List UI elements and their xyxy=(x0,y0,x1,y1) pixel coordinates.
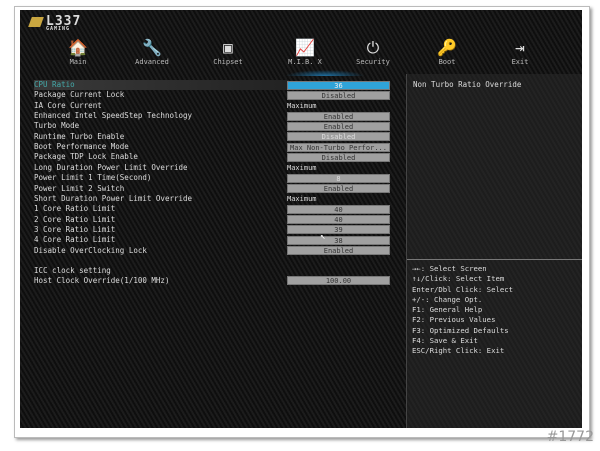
setting-label[interactable]: Power Limit 1 Time(Second) xyxy=(34,173,151,183)
setting-label[interactable]: 1 Core Ratio Limit xyxy=(34,204,115,214)
watermark: #1772 xyxy=(546,429,594,445)
key-hint: F1: General Help xyxy=(412,305,483,315)
tab-icon: ⇥ xyxy=(515,38,525,57)
setting-label[interactable]: Runtime Turbo Enable xyxy=(34,132,124,142)
tab-label: Main xyxy=(69,58,87,66)
setting-label[interactable]: Boot Performance Mode xyxy=(34,142,129,152)
key-hint: F3: Optimized Defaults xyxy=(412,325,509,335)
key-hint: →←: Select Screen xyxy=(412,264,487,273)
host-clock-value[interactable]: 100.00 xyxy=(287,276,390,285)
setting-label[interactable]: 4 Core Ratio Limit xyxy=(34,235,115,245)
tab-chipset[interactable]: ▣ Chipset xyxy=(193,38,263,66)
tab-label: Advanced xyxy=(135,58,169,66)
key-hint: F2: Previous Values xyxy=(412,315,496,325)
icc-heading: ICC clock setting xyxy=(34,266,111,275)
tab-icon: 🔧 xyxy=(142,38,162,57)
tab-label: Exit xyxy=(511,58,529,66)
tab-icon: ▣ xyxy=(223,38,233,57)
tab-icon: 📈 xyxy=(295,38,315,57)
setting-value[interactable]: 38 xyxy=(287,235,390,245)
setting-value[interactable]: Enabled xyxy=(287,246,390,256)
key-hint: Enter/Dbl Click: Select xyxy=(412,284,514,294)
setting-label[interactable]: IA Core Current xyxy=(34,101,102,111)
setting-label[interactable]: Package Current Lock xyxy=(34,90,124,100)
setting-value[interactable]: Enabled xyxy=(287,184,390,193)
setting-value[interactable]: 40 xyxy=(287,204,390,214)
setting-value[interactable]: 39 xyxy=(287,225,390,235)
tab-security[interactable]: ⏻ Security xyxy=(338,38,408,66)
setting-label[interactable]: Enhanced Intel SpeedStep Technology xyxy=(34,111,192,121)
setting-label[interactable]: 2 Core Ratio Limit xyxy=(34,215,115,225)
key-hint: F4: Save & Exit xyxy=(412,336,478,346)
tab-label: Security xyxy=(356,58,390,66)
setting-value[interactable]: Max Non-Turbo Perfor... xyxy=(287,142,390,152)
tab-icon: 🏠 xyxy=(68,38,88,57)
setting-label[interactable]: Turbo Mode xyxy=(34,121,79,131)
host-clock-label[interactable]: Host Clock Override(1/100 MHz) xyxy=(34,276,169,286)
setting-value[interactable]: 8 xyxy=(287,173,390,183)
setting-value[interactable]: Disabled xyxy=(287,132,390,142)
setting-value[interactable]: Disabled xyxy=(287,152,390,162)
setting-label[interactable]: 3 Core Ratio Limit xyxy=(34,225,115,235)
setting-value: Maximum xyxy=(287,195,317,204)
setting-value[interactable]: Enabled xyxy=(287,121,390,131)
key-hint: +/-: Change Opt. xyxy=(412,294,483,304)
key-legend: →←: Select Screen ↑↓/Click: Select Item En… xyxy=(412,264,513,357)
help-text: Non Turbo Ratio Override xyxy=(413,80,522,89)
setting-value: Maximum xyxy=(287,102,317,111)
setting-label[interactable]: Package TDP Lock Enable xyxy=(34,152,138,162)
help-panel: Non Turbo Ratio Override →←: Select Scre… xyxy=(406,74,582,428)
key-hint: ESC/Right Click: Exit xyxy=(412,346,505,356)
setting-value[interactable]: Enabled xyxy=(287,111,390,121)
logo: L337 GAMING xyxy=(28,14,81,32)
tab-label: M.I.B. X xyxy=(288,58,322,66)
divider xyxy=(407,259,582,260)
setting-label[interactable]: Long Duration Power Limit Override xyxy=(34,163,188,173)
tab-mibx[interactable]: 📈 M.I.B. X xyxy=(270,38,340,66)
tab-icon: 🔑 xyxy=(437,38,457,57)
tab-label: Chipset xyxy=(213,58,243,66)
tab-icon: ⏻ xyxy=(366,38,380,57)
setting-label[interactable]: Power Limit 2 Switch xyxy=(34,184,124,194)
tab-boot[interactable]: 🔑 Boot xyxy=(412,38,482,66)
mouse-cursor-icon: ↖ xyxy=(320,232,326,242)
active-tab-indicator xyxy=(285,70,365,76)
setting-value[interactable]: 36 xyxy=(287,80,390,90)
key-hint: ↑↓/Click: Select Item xyxy=(412,274,505,284)
setting-value[interactable]: Disabled xyxy=(287,90,390,100)
setting-value: Maximum xyxy=(287,164,317,173)
tab-main[interactable]: 🏠 Main xyxy=(43,38,113,66)
tab-exit[interactable]: ⇥ Exit xyxy=(485,38,555,66)
bios-screen: L337 GAMING 🏠 Main 🔧 Advanced ▣ Chipset 📈 M.I.B.… xyxy=(20,10,582,428)
tab-label: Boot xyxy=(438,58,456,66)
logo-icon xyxy=(28,16,44,27)
setting-label[interactable]: Disable OverClocking Lock xyxy=(34,246,147,256)
setting-label[interactable]: Short Duration Power Limit Override xyxy=(34,194,192,204)
setting-value[interactable]: 40 xyxy=(287,215,390,225)
setting-label[interactable]: CPU Ratio xyxy=(34,80,289,90)
tab-advanced[interactable]: 🔧 Advanced xyxy=(117,38,187,66)
